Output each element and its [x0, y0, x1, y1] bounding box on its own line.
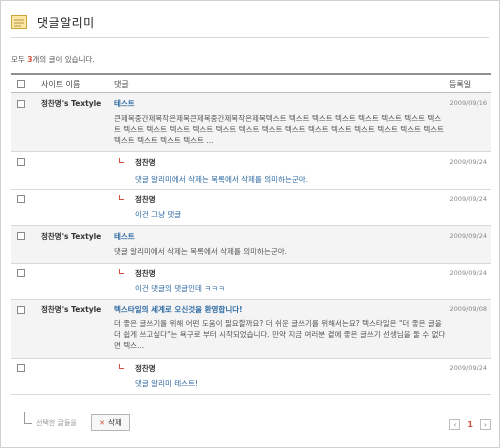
reply-author: 정찬명 [135, 195, 156, 204]
page-header: 댓글알리미 [11, 9, 95, 35]
site-name: 정찬명's Textyle [41, 232, 102, 241]
col-comment: 댓글 [114, 80, 129, 89]
row-checkbox[interactable] [17, 306, 25, 314]
row-checkbox[interactable] [17, 364, 25, 372]
post-excerpt: 더 좋은 글쓰기를 위해 어떤 도움이 필요할까요? 더 쉬운 글쓰기를 위해서… [114, 319, 446, 350]
row-checkbox[interactable] [17, 100, 25, 108]
delete-button-label: 삭제 [108, 418, 122, 427]
page-title: 댓글알리미 [37, 15, 95, 30]
post-title-link[interactable]: 테스트 [114, 231, 135, 242]
header-divider [11, 37, 489, 38]
reply-author: 정찬명 [135, 364, 156, 373]
current-page[interactable]: 1 [467, 420, 473, 429]
reply-row: 정찬명 2009/09/24 댓글 알리미에서 삭제는 목록에서 삭제를 의미하… [11, 152, 491, 190]
table-footer: 선택한 글들을 ✕ 삭제 ‹ 1 › [11, 409, 491, 435]
pagination: ‹ 1 › [449, 419, 491, 430]
post-excerpt: 댓글 알리미에서 삭제는 목록에서 삭제를 의미하는군아. [114, 247, 288, 256]
reply-date: 2009/09/24 [449, 269, 487, 277]
reply-date: 2009/09/24 [449, 364, 487, 372]
selection-arrow-icon [24, 412, 32, 424]
row-checkbox[interactable] [17, 158, 25, 166]
site-name: 정찬명's Textyle [41, 99, 102, 108]
reply-text-link[interactable]: 이건 그냥 댓글 [135, 209, 181, 220]
post-title-link[interactable]: 텍스타일의 세계로 오신것을 환영합니다! [114, 304, 243, 315]
reply-text-link[interactable]: 댓글 알리미에서 삭제는 목록에서 삭제를 의미하는군아. [135, 174, 308, 185]
prev-page-button[interactable]: ‹ [449, 419, 461, 430]
post-row: 정찬명's Textyle 텍스타일의 세계로 오신것을 환영합니다! 2009… [11, 300, 491, 359]
reply-arrow-icon [119, 195, 124, 200]
memo-icon [11, 15, 27, 29]
post-title-link[interactable]: 테스트 [114, 98, 135, 109]
post-row: 정찬명's Textyle 테스트 2009/09/16 큰제목중간제목작은제목… [11, 93, 491, 152]
next-page-button[interactable]: › [480, 419, 491, 430]
col-site-name: 사이트 이름 [41, 80, 81, 89]
comment-table: 사이트 이름 댓글 등록일 정찬명's Textyle 테스트 2009/09/… [11, 73, 491, 395]
reply-author: 정찬명 [135, 158, 156, 167]
reply-text-link[interactable]: 댓글 알리미 테스트! [135, 378, 198, 389]
post-date: 2009/09/24 [449, 232, 487, 240]
reply-row: 정찬명 2009/09/24 이건 그냥 댓글 [11, 190, 491, 226]
post-date: 2009/09/16 [449, 99, 487, 107]
row-checkbox[interactable] [17, 232, 25, 240]
table-header: 사이트 이름 댓글 등록일 [11, 73, 491, 93]
comment-notifier-panel: 댓글알리미 모두 3개의 글이 있습니다. 사이트 이름 댓글 등록일 정찬명'… [0, 0, 500, 448]
reply-text-link[interactable]: 이건 댓글의 댓글인데 ㅋㅋㅋ [135, 283, 225, 294]
row-checkbox[interactable] [17, 269, 25, 277]
reply-row: 정찬명 2009/09/24 이건 댓글의 댓글인데 ㅋㅋㅋ [11, 264, 491, 300]
reply-arrow-icon [119, 269, 124, 274]
col-date: 등록일 [449, 80, 472, 89]
post-date: 2009/09/08 [449, 305, 487, 313]
reply-row: 정찬명 2009/09/24 댓글 알리미 테스트! [11, 359, 491, 395]
x-icon: ✕ [99, 418, 106, 427]
delete-button[interactable]: ✕ 삭제 [91, 414, 130, 431]
reply-date: 2009/09/24 [449, 158, 487, 166]
selected-items-label: 선택한 글들을 [36, 419, 77, 427]
post-count-text: 모두 3개의 글이 있습니다. [11, 55, 95, 64]
reply-author: 정찬명 [135, 269, 156, 278]
select-all-checkbox[interactable] [17, 80, 25, 88]
post-row: 정찬명's Textyle 테스트 2009/09/24 댓글 알리미에서 삭제… [11, 226, 491, 264]
reply-arrow-icon [119, 158, 124, 163]
site-name: 정찬명's Textyle [41, 305, 102, 314]
row-checkbox[interactable] [17, 195, 25, 203]
reply-arrow-icon [119, 364, 124, 369]
reply-date: 2009/09/24 [449, 195, 487, 203]
post-excerpt: 큰제목중간제목작은제목큰제목중간제목작은제목텍스트 텍스트 텍스트 텍스트 텍스… [114, 114, 445, 145]
